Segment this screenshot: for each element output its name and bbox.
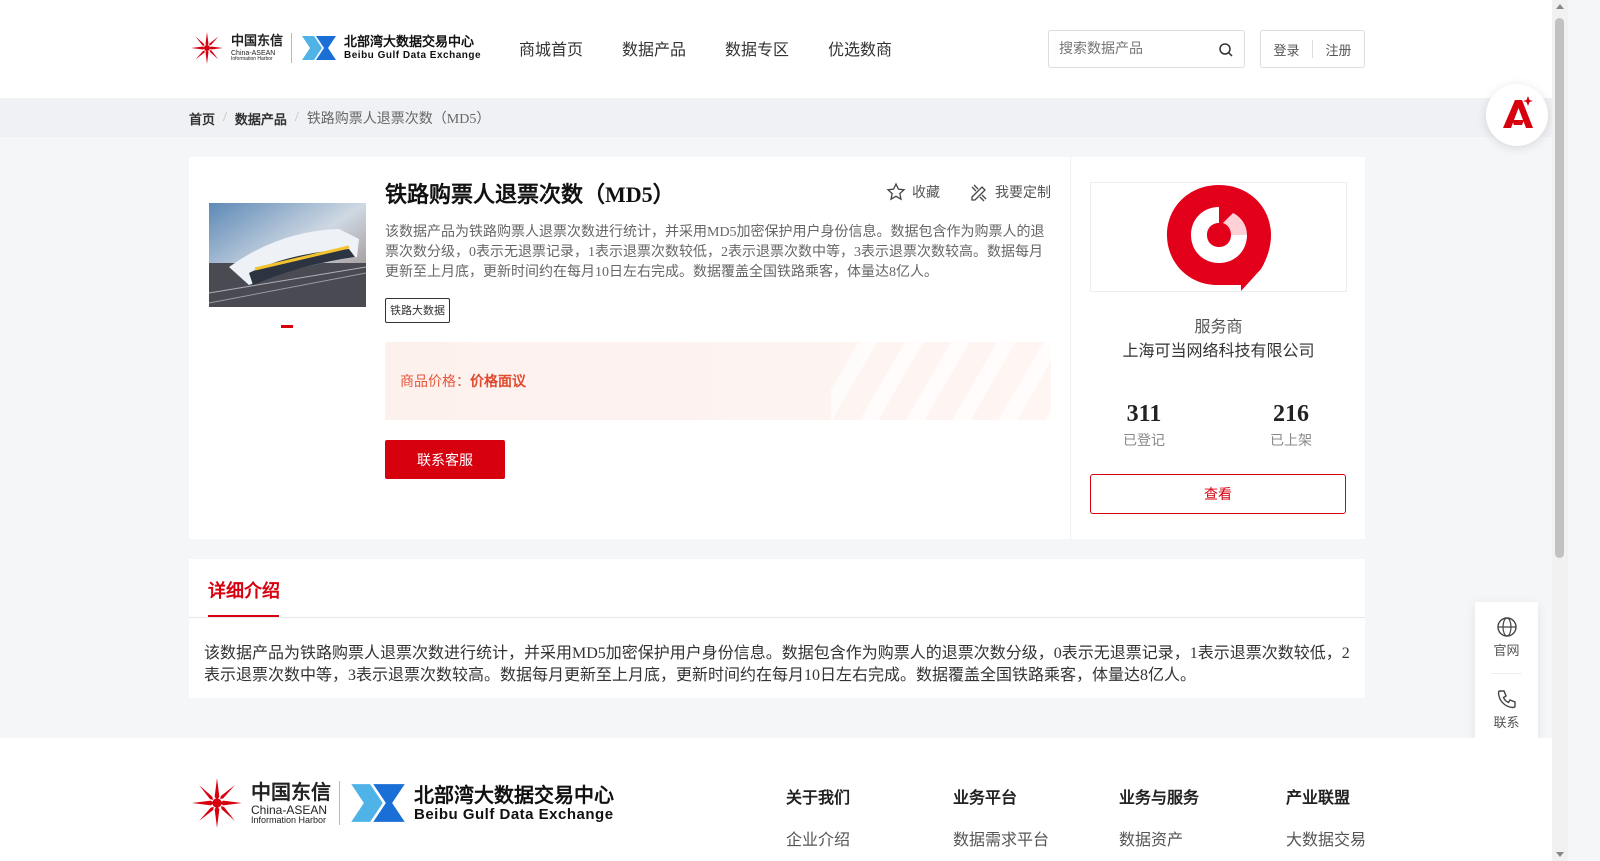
price-panel: 商品价格：价格面议 (385, 342, 1051, 420)
contact-label: 联系 (1493, 716, 1520, 731)
nav-item-data-zone[interactable]: 数据专区 (725, 36, 789, 60)
favorite-button[interactable]: 收藏 (886, 182, 940, 202)
footer-column-about: 关于我们 企业介绍 (786, 784, 850, 850)
auth-buttons: 登录 注册 (1260, 30, 1365, 68)
breadcrumb-separator: / (294, 110, 299, 125)
listed-stat: 216 已上架 (1241, 401, 1341, 450)
scroll-up-arrow-icon[interactable] (1556, 4, 1564, 9)
side-float-divider (1491, 673, 1522, 674)
footer-heading: 业务与服务 (1119, 788, 1200, 807)
product-title: 铁路购票人退票次数（MD5） (385, 182, 675, 207)
detail-section: 详细介绍 该数据产品为铁路购票人退票次数进行统计，并采用MD5加密保护用户身份信… (189, 559, 1365, 698)
globe-icon (1496, 617, 1517, 637)
search-icon[interactable] (1218, 42, 1234, 58)
footer-link[interactable]: 数据资产 (1119, 826, 1199, 850)
china-asean-burst-icon (189, 775, 245, 831)
listed-count: 216 (1273, 401, 1309, 427)
footer-logo-bg-name: 北部湾大数据交易中心 (414, 782, 614, 807)
site-logo[interactable]: 中国东信 China-ASEAN Information Harbor 北部湾大… (189, 28, 481, 68)
side-float-toolbar: 官网 联系 (1475, 602, 1538, 744)
site-header: 中国东信 China-ASEAN Information Harbor 北部湾大… (0, 0, 1552, 98)
favorite-label: 收藏 (912, 185, 940, 201)
page-scrollbar[interactable] (1552, 0, 1568, 861)
provider-logo[interactable] (1090, 182, 1347, 292)
provider-label: 服务商 (1194, 317, 1243, 336)
footer-column-alliance: 产业联盟 大数据交易 (1286, 784, 1366, 850)
image-carousel-indicator[interactable] (281, 325, 293, 328)
login-button[interactable]: 登录 (1261, 40, 1312, 59)
price-label-text: 商品价格： (400, 374, 470, 390)
footer-logo-cn-sub1: China-ASEAN (251, 802, 328, 817)
customize-icon (971, 184, 987, 202)
logo-bg-name: 北部湾大数据交易中心 (344, 34, 475, 50)
search-box (1048, 30, 1245, 68)
footer-column-platform: 业务平台 数据需求平台 (953, 784, 1049, 850)
footer-logo-bg-sub: Beibu Gulf Data Exchange (414, 805, 614, 823)
logo-bg-sub: Beibu Gulf Data Exchange (344, 49, 482, 61)
footer-heading: 关于我们 (786, 788, 851, 807)
footer-heading: 产业联盟 (1286, 788, 1351, 807)
footer-heading: 业务平台 (953, 788, 1018, 807)
customize-label: 我要定制 (995, 185, 1051, 201)
ai-assistant-button[interactable] (1486, 84, 1548, 146)
footer-link[interactable]: 数据需求平台 (953, 826, 1049, 850)
phone-icon (1497, 690, 1516, 709)
breadcrumb-current: 铁路购票人退票次数（MD5） (306, 112, 491, 127)
logo-cn-name: 中国东信 (231, 33, 284, 49)
contact-support-button[interactable]: 联系客服 (385, 440, 505, 479)
footer-link[interactable]: 企业介绍 (786, 826, 850, 850)
registered-count: 311 (1126, 401, 1162, 427)
website-label: 官网 (1493, 644, 1520, 659)
customize-button[interactable]: 我要定制 (969, 182, 1051, 202)
footer-logo-cn-sub2: Information Harbor (251, 814, 327, 825)
nav-item-preferred-merchants[interactable]: 优选数商 (828, 36, 892, 60)
footer-logo-cn-name: 中国东信 (251, 779, 331, 804)
scrollbar-thumb[interactable] (1555, 18, 1564, 558)
detail-text: 该数据产品为铁路购票人退票次数进行统计，并采用MD5加密保护用户身份信息。数据包… (204, 645, 1350, 684)
listed-label: 已上架 (1270, 433, 1312, 449)
search-input[interactable] (1059, 41, 1219, 57)
logo-cn-sub2: Information Harbor (231, 55, 273, 62)
breadcrumb: 首页 / 数据产品 / 铁路购票人退票次数（MD5） (0, 98, 1552, 137)
tab-bar-divider (189, 617, 1365, 618)
breadcrumb-home[interactable]: 首页 (189, 109, 215, 128)
product-image[interactable] (209, 203, 366, 307)
website-button[interactable]: 官网 (1475, 616, 1538, 659)
beibu-gulf-x-icon (348, 781, 408, 825)
site-footer: 中国东信 China-ASEAN Information Harbor 北部湾大… (0, 738, 1552, 861)
beibu-gulf-x-icon (300, 34, 338, 62)
scroll-down-arrow-icon[interactable] (1556, 852, 1564, 857)
price-panel-decoration (831, 342, 1051, 420)
product-card: 铁路购票人退票次数（MD5） 收藏 我要定制 该数据产品为铁路购票人退票次数进行… (189, 157, 1365, 539)
footer-logo-divider (339, 781, 340, 825)
product-tag[interactable]: 铁路大数据 (385, 298, 450, 323)
ai-assistant-icon (1503, 96, 1533, 128)
card-divider (1070, 157, 1071, 539)
product-description: 该数据产品为铁路购票人退票次数进行统计，并采用MD5加密保护用户身份信息。数据包… (385, 225, 1045, 280)
breadcrumb-separator: / (223, 110, 227, 125)
price-label: 商品价格：价格面议 (400, 371, 526, 391)
view-provider-button[interactable]: 查看 (1090, 474, 1346, 514)
registered-stat: 311 已登记 (1094, 401, 1194, 450)
footer-link[interactable]: 大数据交易 (1286, 826, 1366, 850)
star-icon (886, 182, 906, 201)
price-value: 价格面议 (470, 374, 526, 390)
china-asean-burst-icon (189, 30, 225, 66)
footer-logo[interactable]: 中国东信 China-ASEAN Information Harbor 北部湾大… (189, 774, 614, 832)
logo-divider (291, 33, 293, 63)
registered-label: 已登记 (1123, 433, 1165, 449)
tab-detail-intro[interactable]: 详细介绍 (208, 577, 280, 603)
main-nav: 商城首页 数据产品 数据专区 优选数商 (519, 36, 892, 60)
breadcrumb-data-products[interactable]: 数据产品 (235, 109, 287, 128)
register-button[interactable]: 注册 (1313, 40, 1364, 59)
footer-column-services: 业务与服务 数据资产 (1119, 784, 1199, 850)
contact-button[interactable]: 联系 (1475, 688, 1538, 731)
nav-item-home[interactable]: 商城首页 (519, 36, 583, 60)
provider-name: 上海可当网络科技有限公司 (1122, 341, 1315, 360)
nav-item-data-products[interactable]: 数据产品 (622, 36, 686, 60)
